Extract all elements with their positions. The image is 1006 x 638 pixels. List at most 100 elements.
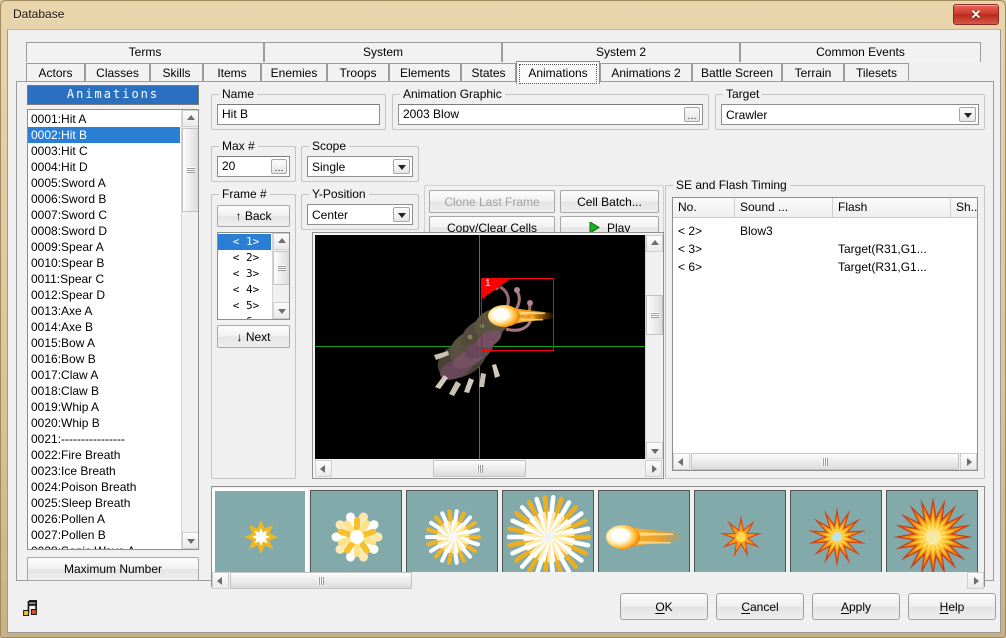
- frame-list-item[interactable]: < 6>: [218, 314, 271, 320]
- animation-list-item[interactable]: 0025:Sleep Breath: [28, 495, 180, 511]
- animation-preview-canvas[interactable]: 1: [315, 235, 645, 459]
- animation-list-item[interactable]: 0002:Hit B: [28, 127, 180, 143]
- animation-list-item[interactable]: 0012:Spear D: [28, 287, 180, 303]
- tab-battle-screen[interactable]: Battle Screen: [692, 63, 782, 83]
- frame-list-item[interactable]: < 1>: [218, 234, 271, 250]
- tab-enemies[interactable]: Enemies: [261, 63, 327, 83]
- animation-list-item[interactable]: 0006:Sword B: [28, 191, 180, 207]
- y-position-select[interactable]: Center: [307, 204, 413, 225]
- tab-tilesets[interactable]: Tilesets: [844, 63, 909, 83]
- frame-list-item[interactable]: < 5>: [218, 298, 271, 314]
- scroll-down-arrow-icon[interactable]: [273, 302, 290, 319]
- column-header[interactable]: Sh...: [951, 198, 978, 217]
- scroll-up-arrow-icon[interactable]: [646, 235, 663, 252]
- column-header[interactable]: Sound ...: [735, 198, 833, 217]
- animation-list-item[interactable]: 0014:Axe B: [28, 319, 180, 335]
- filmstrip-cell[interactable]: [790, 490, 882, 582]
- animation-list-item[interactable]: 0026:Pollen A: [28, 511, 180, 527]
- animation-list-item[interactable]: 0019:Whip A: [28, 399, 180, 415]
- animation-list-item[interactable]: 0005:Sword A: [28, 175, 180, 191]
- filmstrip-cell[interactable]: [598, 490, 690, 582]
- table-row[interactable]: < 2>Blow3: [673, 222, 977, 240]
- animation-list-item[interactable]: 0023:Ice Breath: [28, 463, 180, 479]
- filmstrip-cell[interactable]: [694, 490, 786, 582]
- animation-list-item[interactable]: 0022:Fire Breath: [28, 447, 180, 463]
- animation-list-item[interactable]: 0020:Whip B: [28, 415, 180, 431]
- apply-button[interactable]: Apply: [812, 593, 900, 620]
- tab-elements[interactable]: Elements: [389, 63, 461, 83]
- animation-list-item[interactable]: 0001:Hit A: [28, 111, 180, 127]
- scroll-right-arrow-icon[interactable]: [960, 453, 977, 470]
- frame-list-item[interactable]: < 4>: [218, 282, 271, 298]
- animation-list-item[interactable]: 0021:----------------: [28, 431, 180, 447]
- se-flash-horizontal-scrollbar[interactable]: [673, 453, 977, 470]
- preview-horizontal-scrollbar[interactable]: [315, 460, 662, 477]
- name-input[interactable]: Hit B: [217, 104, 380, 125]
- animation-list-item[interactable]: 0013:Axe A: [28, 303, 180, 319]
- animation-list-item[interactable]: 0011:Spear C: [28, 271, 180, 287]
- filmstrip-cell[interactable]: [886, 490, 978, 582]
- tab-classes[interactable]: Classes: [85, 63, 150, 83]
- animation-list-item[interactable]: 0018:Claw B: [28, 383, 180, 399]
- animation-list-item[interactable]: 0010:Spear B: [28, 255, 180, 271]
- column-header[interactable]: No.: [673, 198, 735, 217]
- clone-last-frame-button[interactable]: Clone Last Frame: [429, 190, 555, 213]
- se-flash-timing-list[interactable]: No.Sound ...FlashSh... < 2>Blow3< 3>Targ…: [672, 197, 978, 471]
- animation-list-item[interactable]: 0003:Hit C: [28, 143, 180, 159]
- filmstrip-cell[interactable]: [214, 490, 306, 582]
- frame-back-button[interactable]: ↑ Back: [217, 205, 290, 227]
- animation-list-item[interactable]: 0007:Sword C: [28, 207, 180, 223]
- animation-list-item[interactable]: 0017:Claw A: [28, 367, 180, 383]
- scroll-up-arrow-icon[interactable]: [182, 110, 199, 127]
- animation-list-item[interactable]: 0027:Pollen B: [28, 527, 180, 543]
- scroll-down-arrow-icon[interactable]: [182, 532, 199, 549]
- ok-button[interactable]: OK: [620, 593, 708, 620]
- animation-list-scrollbar[interactable]: [181, 110, 198, 549]
- frame-list-item[interactable]: < 2>: [218, 250, 271, 266]
- animation-list-item[interactable]: 0015:Bow A: [28, 335, 180, 351]
- table-row[interactable]: < 6>Target(R31,G1...: [673, 258, 977, 276]
- scroll-thumb[interactable]: [182, 128, 199, 212]
- tab-skills[interactable]: Skills: [150, 63, 203, 83]
- scroll-left-arrow-icon[interactable]: [315, 460, 332, 477]
- max-number-browse-button[interactable]: ...: [271, 159, 287, 174]
- scroll-thumb[interactable]: [273, 251, 290, 285]
- animation-list[interactable]: 0001:Hit A0002:Hit B0003:Hit C0004:Hit D…: [27, 109, 199, 550]
- animation-graphic-input[interactable]: 2003 Blow: [398, 104, 703, 125]
- tab-actors[interactable]: Actors: [26, 63, 85, 83]
- tab-system[interactable]: System: [264, 42, 502, 62]
- scroll-down-arrow-icon[interactable]: [646, 442, 663, 459]
- scroll-thumb[interactable]: [691, 453, 959, 470]
- frame-list-item[interactable]: < 3>: [218, 266, 271, 282]
- frame-next-button[interactable]: ↓ Next: [217, 325, 290, 348]
- close-button[interactable]: ✕: [953, 4, 999, 25]
- tab-troops[interactable]: Troops: [327, 63, 389, 83]
- animation-list-item[interactable]: 0028:Sonic Wave A: [28, 543, 180, 550]
- frame-list-scrollbar[interactable]: [272, 233, 289, 319]
- scroll-up-arrow-icon[interactable]: [273, 233, 290, 250]
- filmstrip-cell[interactable]: [406, 490, 498, 582]
- scroll-thumb[interactable]: [646, 295, 663, 335]
- filmstrip-cell[interactable]: [502, 490, 594, 582]
- cancel-button[interactable]: Cancel: [716, 593, 804, 620]
- animation-list-item[interactable]: 0008:Sword D: [28, 223, 180, 239]
- animation-graphic-browse-button[interactable]: ...: [684, 107, 700, 122]
- table-row[interactable]: < 3>Target(R31,G1...: [673, 240, 977, 258]
- cell-batch-button[interactable]: Cell Batch...: [560, 190, 659, 213]
- tab-animations[interactable]: Animations: [516, 61, 600, 84]
- chevron-down-icon[interactable]: [959, 107, 976, 122]
- tab-terrain[interactable]: Terrain: [782, 63, 844, 83]
- scroll-thumb[interactable]: [433, 460, 526, 477]
- animation-list-item[interactable]: 0009:Spear A: [28, 239, 180, 255]
- help-button[interactable]: Help: [908, 593, 996, 620]
- scroll-right-arrow-icon[interactable]: [645, 460, 662, 477]
- scroll-left-arrow-icon[interactable]: [673, 453, 690, 470]
- tab-system-2[interactable]: System 2: [502, 42, 740, 62]
- tab-terms[interactable]: Terms: [26, 42, 264, 62]
- frame-list[interactable]: < 1>< 2>< 3>< 4>< 5>< 6>< 7>< 8>< 9>< 10…: [217, 232, 290, 320]
- filmstrip-cell[interactable]: [310, 490, 402, 582]
- preview-vertical-scrollbar[interactable]: [645, 235, 662, 459]
- maximum-number-button[interactable]: Maximum Number: [27, 557, 199, 581]
- tab-animations-2[interactable]: Animations 2: [600, 63, 692, 83]
- column-header[interactable]: Flash: [833, 198, 951, 217]
